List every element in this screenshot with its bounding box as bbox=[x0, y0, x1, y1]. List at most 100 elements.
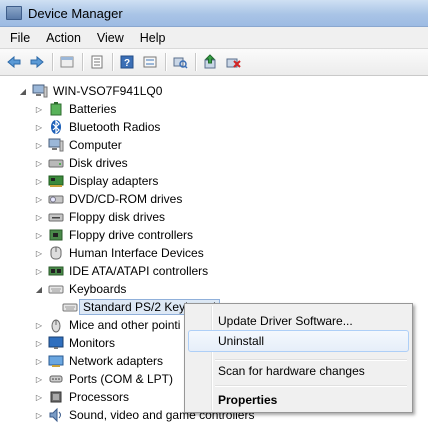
back-button[interactable] bbox=[5, 53, 23, 71]
toolbar-separator bbox=[82, 53, 83, 71]
tree-item-label: Processors bbox=[69, 390, 130, 404]
tree-item-label: Floppy disk drives bbox=[69, 210, 166, 224]
tree-category[interactable]: ▷ Processors bbox=[34, 388, 129, 406]
computer-icon bbox=[32, 83, 48, 99]
tree-category[interactable]: ▷ IDE ATA/ATAPI controllers bbox=[34, 262, 208, 280]
monitor-icon bbox=[48, 335, 64, 351]
title-bar: Device Manager bbox=[0, 0, 428, 27]
keyboard-icon bbox=[62, 299, 78, 315]
mouse-icon bbox=[48, 317, 64, 333]
expand-arrow-icon[interactable]: ▷ bbox=[34, 267, 44, 276]
network-adapter-icon bbox=[48, 353, 64, 369]
expand-arrow-icon[interactable]: ▷ bbox=[34, 339, 44, 348]
menu-uninstall[interactable]: Uninstall bbox=[188, 330, 409, 352]
tree-category[interactable]: ▷ Computer bbox=[34, 136, 122, 154]
tree-category[interactable]: ▷ Network adapters bbox=[34, 352, 163, 370]
tree-item-label: Bluetooth Radios bbox=[69, 120, 161, 134]
collapse-arrow-icon[interactable]: ◢ bbox=[34, 285, 44, 294]
tree-item-label: Disk drives bbox=[69, 156, 128, 170]
update-driver-button[interactable] bbox=[201, 53, 219, 71]
tree-category[interactable]: ◢ Keyboards bbox=[34, 280, 126, 298]
expand-arrow-icon[interactable]: ▷ bbox=[34, 105, 44, 114]
scan-hardware-button[interactable] bbox=[171, 53, 189, 71]
svg-text:?: ? bbox=[124, 58, 130, 69]
tree-item-label: Computer bbox=[69, 138, 122, 152]
toolbar-separator bbox=[165, 53, 166, 71]
tree-category[interactable]: ▷ Ports (COM & LPT) bbox=[34, 370, 173, 388]
menu-scan-hardware[interactable]: Scan for hardware changes bbox=[188, 360, 409, 382]
device-manager-icon bbox=[6, 6, 22, 20]
expand-arrow-icon[interactable]: ▷ bbox=[34, 213, 44, 222]
computer-name: WIN-VSO7F941LQ0 bbox=[53, 84, 163, 98]
update-driver-icon bbox=[204, 54, 216, 69]
show-hidden-icon bbox=[143, 56, 157, 68]
menu-properties[interactable]: Properties bbox=[188, 389, 409, 411]
tree-item-label: Batteries bbox=[69, 102, 117, 116]
expand-arrow-icon[interactable]: ▷ bbox=[34, 177, 44, 186]
tree-category[interactable]: ▷ Monitors bbox=[34, 334, 115, 352]
tree-category[interactable]: ▷ Disk drives bbox=[34, 154, 128, 172]
tree-root[interactable]: ◢ WIN-VSO7F941LQ0 bbox=[18, 82, 162, 100]
keyboard-icon bbox=[48, 281, 64, 297]
collapse-arrow-icon[interactable]: ◢ bbox=[18, 87, 28, 96]
window-title: Device Manager bbox=[28, 5, 123, 21]
menu-action[interactable]: Action bbox=[38, 31, 89, 45]
sound-icon bbox=[48, 407, 64, 423]
tree-category[interactable]: ▷ DVD/CD-ROM drives bbox=[34, 190, 182, 208]
forward-icon bbox=[30, 55, 44, 69]
ide-controller-icon bbox=[48, 263, 64, 279]
expand-arrow-icon[interactable]: ▷ bbox=[34, 159, 44, 168]
tree-category[interactable]: ▷ Human Interface Devices bbox=[34, 244, 204, 262]
expand-arrow-icon[interactable]: ▷ bbox=[34, 393, 44, 402]
tree-category[interactable]: ▷ Display adapters bbox=[34, 172, 158, 190]
forward-button[interactable] bbox=[28, 53, 46, 71]
menu-bar: File Action View Help bbox=[0, 27, 428, 49]
toolbar-separator bbox=[112, 53, 113, 71]
bluetooth-icon bbox=[48, 119, 64, 135]
properties-button[interactable] bbox=[88, 53, 106, 71]
expand-arrow-icon[interactable]: ▷ bbox=[34, 375, 44, 384]
up-icon bbox=[60, 56, 74, 68]
tree-item-label: Mice and other pointi bbox=[69, 318, 181, 332]
menu-view[interactable]: View bbox=[89, 31, 132, 45]
tree-item-label: DVD/CD-ROM drives bbox=[69, 192, 183, 206]
help-icon: ? bbox=[120, 55, 134, 69]
menu-update-driver[interactable]: Update Driver Software... bbox=[188, 310, 409, 332]
tree-item-label: Floppy drive controllers bbox=[69, 228, 194, 242]
disk-drive-icon bbox=[48, 155, 64, 171]
tree-category[interactable]: ▷ Mice and other pointi bbox=[34, 316, 180, 334]
up-button[interactable] bbox=[58, 53, 76, 71]
expand-arrow-icon[interactable]: ▷ bbox=[34, 411, 44, 420]
battery-icon bbox=[48, 101, 64, 117]
tree-category[interactable]: ▷ Floppy disk drives bbox=[34, 208, 165, 226]
toolbar-separator bbox=[52, 53, 53, 71]
tree-category[interactable]: ▷ Bluetooth Radios bbox=[34, 118, 160, 136]
expand-arrow-icon[interactable]: ▷ bbox=[34, 357, 44, 366]
uninstall-button[interactable] bbox=[224, 53, 242, 71]
expand-arrow-icon[interactable]: ▷ bbox=[34, 321, 44, 330]
expand-arrow-icon[interactable]: ▷ bbox=[34, 123, 44, 132]
expand-arrow-icon[interactable]: ▷ bbox=[34, 231, 44, 240]
processor-icon bbox=[48, 389, 64, 405]
port-icon bbox=[48, 371, 64, 387]
tree-category[interactable]: ▷ Batteries bbox=[34, 100, 116, 118]
tree-category[interactable]: ▷ Floppy drive controllers bbox=[34, 226, 193, 244]
expand-arrow-icon[interactable]: ▷ bbox=[34, 141, 44, 150]
tree-item-label: IDE ATA/ATAPI controllers bbox=[69, 264, 209, 278]
tree-item-label: Ports (COM & LPT) bbox=[69, 372, 174, 386]
menu-help[interactable]: Help bbox=[132, 31, 174, 45]
tree-item-label: Monitors bbox=[69, 336, 116, 350]
properties-icon bbox=[91, 55, 103, 69]
floppy-controller-icon bbox=[48, 227, 64, 243]
expand-arrow-icon[interactable]: ▷ bbox=[34, 195, 44, 204]
tree-item-label: Network adapters bbox=[69, 354, 164, 368]
tree-item-label: Keyboards bbox=[69, 282, 127, 296]
hid-icon bbox=[48, 245, 64, 261]
show-hidden-button[interactable] bbox=[141, 53, 159, 71]
menu-file[interactable]: File bbox=[0, 31, 38, 45]
help-button[interactable]: ? bbox=[118, 53, 136, 71]
tree-item-label: Human Interface Devices bbox=[69, 246, 204, 260]
computer-icon bbox=[48, 137, 64, 153]
context-menu: Update Driver Software... Uninstall Scan… bbox=[184, 303, 413, 413]
expand-arrow-icon[interactable]: ▷ bbox=[34, 249, 44, 258]
